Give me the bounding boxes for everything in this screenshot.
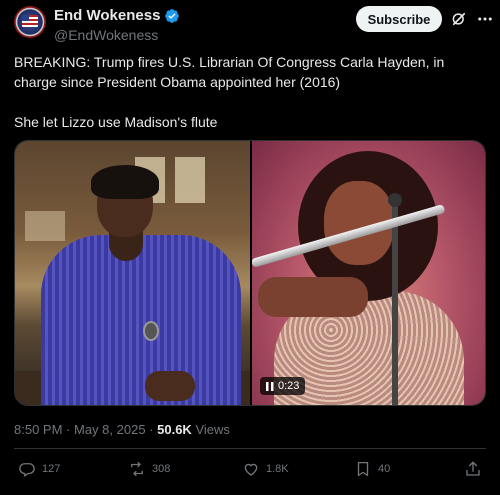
tweet-time[interactable]: 8:50 PM: [14, 422, 62, 437]
video-flute[interactable]: 0:23: [252, 141, 485, 405]
reply-count: 127: [42, 463, 61, 475]
share-icon: [466, 461, 480, 476]
author-display-name[interactable]: End Wokeness: [54, 6, 160, 25]
tweet-date[interactable]: May 8, 2025: [74, 422, 146, 437]
tweet-text: BREAKING: Trump fires U.S. Librarian Of …: [14, 52, 484, 132]
subscribe-button[interactable]: Subscribe: [356, 6, 442, 32]
photo-librarian[interactable]: [15, 141, 250, 405]
bookmark-count: 40: [378, 463, 391, 475]
name-row: End Wokeness: [54, 6, 180, 25]
meta-separator: ·: [149, 422, 158, 437]
tweet-line-1: BREAKING: Trump fires U.S. Librarian Of …: [14, 54, 445, 90]
views-label: Views: [195, 422, 230, 437]
video-time: 0:23: [278, 380, 300, 392]
tweet-meta: 8:50 PM · May 8, 2025 · 50.6K Views: [14, 422, 230, 438]
bookmark-icon: [357, 461, 369, 477]
divider: [14, 448, 486, 449]
repost-count: 308: [152, 463, 171, 475]
repost-button[interactable]: 308: [128, 460, 170, 478]
like-button[interactable]: 1.8K: [242, 460, 289, 478]
flag-icon: [22, 15, 38, 27]
video-duration-badge: 0:23: [260, 377, 306, 395]
verified-badge-icon: [165, 8, 180, 23]
reply-icon: [19, 463, 35, 477]
like-count: 1.8K: [266, 463, 289, 475]
meta-separator: ·: [66, 422, 74, 437]
heart-icon: [244, 463, 258, 476]
repost-icon: [131, 461, 143, 477]
author-handle[interactable]: @EndWokeness: [54, 26, 180, 44]
bookmark-button[interactable]: 40: [354, 460, 390, 478]
share-button[interactable]: [464, 460, 482, 478]
views-count: 50.6K: [157, 422, 192, 437]
tweet-line-2: She let Lizzo use Madison's flute: [14, 114, 218, 130]
avatar[interactable]: [14, 6, 46, 38]
action-bar: 127 308 1.8K 40: [14, 460, 486, 482]
more-options-icon[interactable]: [476, 10, 494, 28]
reply-button[interactable]: 127: [18, 460, 60, 478]
author-names: End Wokeness @EndWokeness: [54, 6, 180, 44]
pause-icon[interactable]: [266, 381, 274, 391]
grok-icon[interactable]: [450, 10, 468, 28]
media-grid: 0:23: [14, 140, 486, 406]
tweet-header: End Wokeness @EndWokeness Subscribe: [14, 6, 492, 44]
